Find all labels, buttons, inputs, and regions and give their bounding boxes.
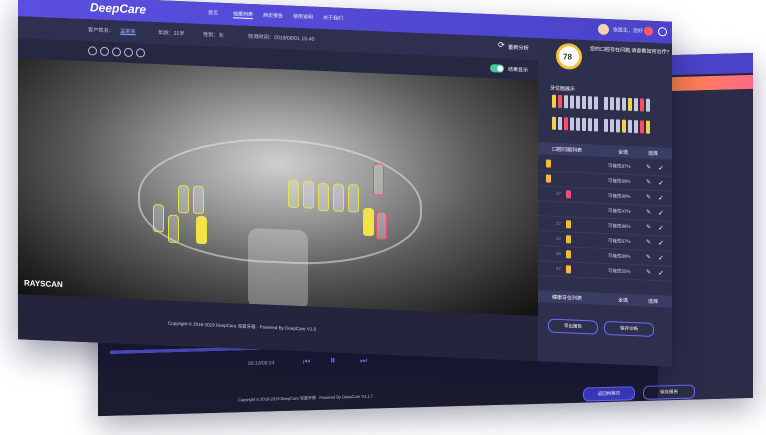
- score-value: 78: [563, 52, 572, 62]
- spine-shadow: [248, 227, 308, 311]
- power-icon[interactable]: [658, 27, 667, 37]
- rotate-icon[interactable]: [112, 47, 121, 57]
- result-toggle-label: 结果显示: [508, 66, 529, 74]
- zoom-in-icon[interactable]: [88, 46, 97, 56]
- back-list-button[interactable]: 返回档案页: [583, 386, 635, 402]
- main-window: DeepCare 首页 档案列表 病史报告 使用说明 关于我们 张医生，您好 客…: [18, 0, 672, 367]
- health-list-title: 健康牙位列表: [552, 294, 583, 302]
- analysis-panel: 78 您的口腔存在问题,请查看如何治疗? 牙位图展示 口腔问题列表 全选 选择 …: [538, 38, 672, 367]
- health-select-all-button[interactable]: 全选: [618, 296, 628, 303]
- health-select-button[interactable]: 选择: [648, 298, 658, 305]
- avatar[interactable]: [598, 23, 609, 36]
- refresh-icon[interactable]: ⟳: [498, 40, 505, 49]
- back-right-panel: [658, 88, 753, 401]
- patient-name-label: 客户姓名：: [88, 27, 114, 35]
- select-button[interactable]: 选择: [648, 150, 658, 157]
- tooth-marker[interactable]: [373, 163, 384, 196]
- patient-age: 年龄：22岁: [158, 30, 185, 38]
- patient-name[interactable]: 温某某: [120, 28, 136, 36]
- score-ring: 78: [556, 42, 582, 70]
- nav-item-records[interactable]: 档案列表: [233, 10, 254, 20]
- save-report-button[interactable]: 保存报告: [643, 384, 695, 400]
- tooth-marker[interactable]: [288, 179, 299, 209]
- app-logo: DeepCare: [90, 0, 147, 17]
- dental-map[interactable]: [552, 94, 664, 140]
- result-toggle[interactable]: [490, 64, 504, 73]
- pause-icon[interactable]: ⏸: [330, 355, 336, 368]
- tooth-marker[interactable]: [193, 185, 204, 215]
- tooth-marker[interactable]: [168, 214, 179, 244]
- reanalyze-button[interactable]: 重新分析: [508, 44, 529, 52]
- back-footer-copyright: Copyright © 2016-2019 DeepCare 深蓝牙盾 · Po…: [238, 393, 374, 403]
- health-list-header: 健康牙位列表 全选 选择: [538, 290, 672, 308]
- zoom-out-icon[interactable]: [100, 46, 109, 57]
- export-report-button[interactable]: 导出报告: [548, 318, 598, 335]
- tooth-marker[interactable]: [376, 211, 387, 240]
- notification-icon[interactable]: [644, 26, 653, 36]
- rayscan-brand: RAYSCAN: [24, 278, 63, 290]
- detection-time: 检测时间：2019/08/01 15:40: [248, 33, 315, 43]
- save-diagnosis-button[interactable]: 保存诊断: [604, 320, 654, 337]
- prev-icon[interactable]: ⏮: [303, 357, 310, 367]
- select-all-button[interactable]: 全选: [618, 148, 628, 155]
- nav-item-about[interactable]: 关于我们: [323, 14, 343, 22]
- nav-item-home[interactable]: 首页: [208, 9, 218, 16]
- reset-icon[interactable]: [136, 48, 145, 58]
- nav-item-history[interactable]: 病史报告: [263, 12, 283, 20]
- problem-list-title: 口腔问题列表: [552, 146, 583, 154]
- tooth-marker[interactable]: [348, 184, 359, 213]
- tooth-marker[interactable]: [318, 182, 329, 212]
- contrast-icon[interactable]: [124, 47, 133, 58]
- user-name[interactable]: 张医生，您好: [613, 26, 643, 34]
- next-icon[interactable]: ⏭: [360, 356, 367, 366]
- dental-map-title: 牙位图展示: [550, 85, 576, 93]
- tooth-marker[interactable]: [363, 207, 374, 237]
- xray-image[interactable]: RAYSCAN: [18, 58, 538, 317]
- nav-item-guide[interactable]: 使用说明: [293, 13, 313, 21]
- tooth-marker[interactable]: [178, 185, 189, 214]
- tooth-marker[interactable]: [196, 215, 207, 245]
- player-time: 00:10/00:24: [248, 360, 275, 367]
- patient-gender: 性别：女: [203, 32, 224, 39]
- tooth-marker[interactable]: [333, 183, 344, 212]
- tooth-marker[interactable]: [303, 180, 314, 209]
- copyright: Copyright © 2016-2019 DeepCare 深蓝牙盾 · Po…: [168, 320, 317, 332]
- tooth-marker[interactable]: [153, 203, 164, 233]
- score-message: 您的口腔存在问题,请查看如何治疗?: [590, 46, 670, 56]
